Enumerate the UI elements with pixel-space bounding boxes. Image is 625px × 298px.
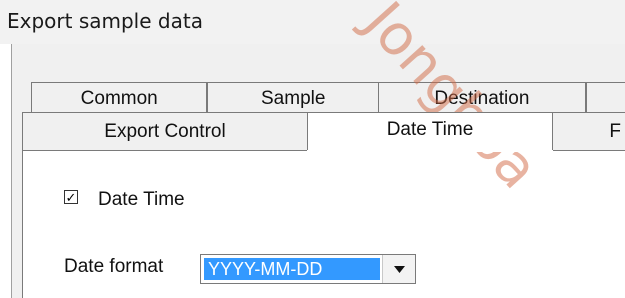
tab-row-bottom: Export Control Date Time F (22, 112, 625, 152)
tab-row-top: Common Sample Destination (31, 82, 625, 114)
date-format-select[interactable]: YYYY-MM-DD (200, 254, 416, 284)
datetime-checkbox[interactable]: ✓ (64, 190, 78, 204)
active-tab-joint (307, 150, 553, 152)
tab-overflow[interactable] (585, 82, 625, 114)
window-title: Export sample data (7, 9, 203, 33)
tab-partial[interactable]: F (552, 112, 625, 152)
tab-sample[interactable]: Sample (207, 82, 378, 114)
frame-border (11, 44, 12, 298)
chevron-down-icon (393, 265, 405, 273)
tab-date-time[interactable]: Date Time (307, 112, 553, 152)
tab-export-control[interactable]: Export Control (22, 112, 308, 152)
tab-label: F (609, 121, 621, 142)
tab-label: Common (80, 87, 158, 109)
tab-destination[interactable]: Destination (377, 82, 586, 114)
title-bar: Export sample data (0, 0, 625, 44)
tab-label: Export Control (104, 121, 226, 142)
tab-common[interactable]: Common (31, 82, 208, 114)
datetime-checkbox-label[interactable]: Date Time (98, 189, 185, 211)
tab-label: Date Time (386, 119, 474, 140)
date-format-label: Date format (64, 256, 164, 277)
tab-label: Destination (434, 87, 530, 109)
dropdown-button[interactable] (382, 255, 415, 283)
date-format-value[interactable]: YYYY-MM-DD (204, 258, 380, 280)
check-icon: ✓ (65, 189, 77, 205)
tab-label: Sample (261, 87, 326, 109)
